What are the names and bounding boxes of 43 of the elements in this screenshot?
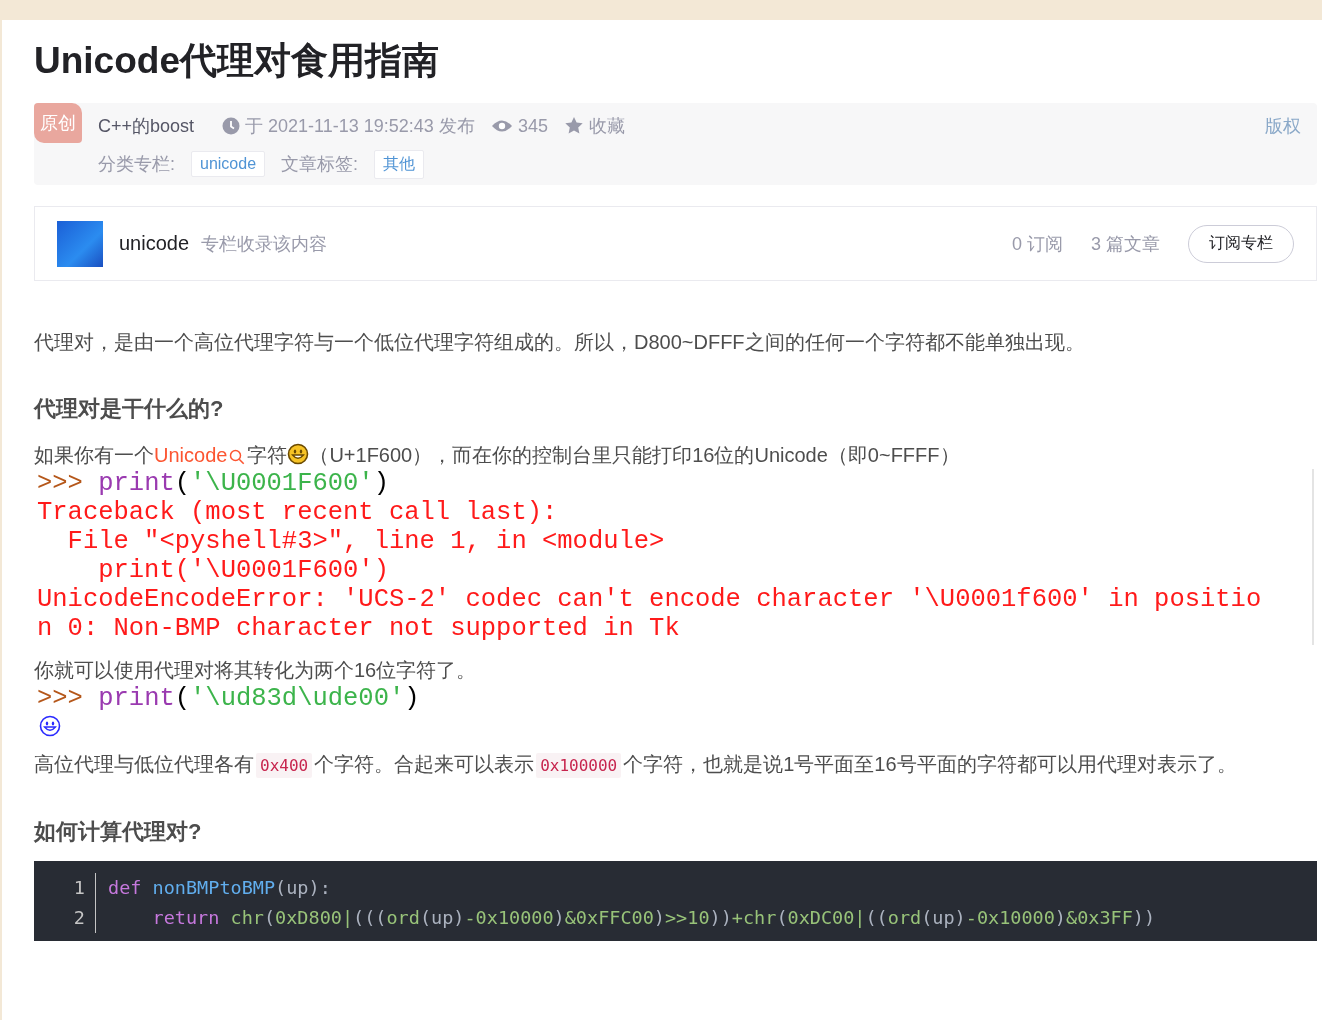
grinning-face-icon	[287, 443, 310, 465]
shell-line: print('\U0001F600')	[97, 556, 390, 585]
paragraph: 如果你有一个Unicode 字符 （U+1F600），而在你的控制台里只能打印16位的Unicode（即0~FFFF）	[34, 442, 961, 468]
eye-icon	[490, 118, 513, 134]
search-icon	[229, 449, 246, 465]
article-count: 3 篇文章	[1091, 232, 1160, 256]
star-icon	[563, 116, 584, 136]
category-tag[interactable]: unicode	[191, 151, 266, 177]
smiley-icon	[39, 715, 61, 737]
inline-code: 0x400	[256, 753, 313, 778]
section-heading: 代理对是干什么的?	[34, 395, 225, 423]
inline-code: 0x100000	[536, 753, 622, 778]
view-count: 345	[517, 115, 548, 137]
shell-line: >>> print('\U0001F600')	[37, 469, 390, 498]
paragraph: 代理对，是由一个高位代理字符与一个低位代理字符组成的。所以，D800~DFFF之间的任何一个字符都不能单独出现。	[34, 330, 1086, 355]
tag-label: 文章标签:	[281, 153, 359, 176]
shell-line: File "<pyshell#3>", line 1, in <module>	[66, 527, 666, 556]
original-badge: 原创	[34, 103, 82, 143]
article-title: Unicode代理对食用指南	[34, 39, 440, 83]
subscribe-button[interactable]: 订阅专栏	[1188, 224, 1294, 263]
line-number: 1	[72, 876, 85, 900]
line-number: 2	[72, 906, 85, 930]
paragraph: 高位代理与低位代理各有 0x400 个字符。合起来可以表示 0x100000 个字符，也就是说1号平面至16号平面的字符都可以用代理对表示了。	[34, 747, 1317, 783]
paragraph: 你就可以使用代理对将其转化为两个16位字符了。	[34, 658, 478, 683]
code-line: return chr(0xD800|(((ord(up)-0x10000)&0xFFC00)>>10))+chr(0xDC00|((ord(up)-0x10000)&0x3FF))	[151, 906, 1156, 930]
shell-line: Traceback (most recent call last):	[37, 498, 559, 527]
column-cover-image	[57, 220, 103, 267]
category-label: 分类专栏:	[98, 153, 175, 176]
subscriber-count: 0 订阅	[1011, 232, 1063, 256]
shell-line: >>> print('\ud83d\ude00')	[37, 684, 421, 713]
shell-line: UnicodeEncodeError: 'UCS-2' codec can't encode character '\U0001f600' in positio	[37, 585, 1263, 614]
copyright-link[interactable]: 版权	[1265, 114, 1301, 138]
code-line: def nonBMPtoBMP(up):	[108, 876, 332, 900]
author-name[interactable]: C++的boost	[98, 114, 195, 138]
shell-line: n 0: Non-BMP character not supported in Tk	[37, 614, 681, 643]
collect-link[interactable]: 收藏	[588, 114, 625, 138]
clock-icon	[222, 117, 241, 135]
publish-time: 于 2021-11-13 19:52:43 发布	[245, 115, 475, 138]
column-name[interactable]: unicode	[119, 232, 190, 255]
unicode-link[interactable]: Unicode	[154, 444, 228, 466]
column-note: 专栏收录该内容	[201, 232, 328, 256]
article-tag[interactable]: 其他	[374, 149, 425, 179]
section-heading: 如何计算代理对?	[34, 818, 203, 846]
